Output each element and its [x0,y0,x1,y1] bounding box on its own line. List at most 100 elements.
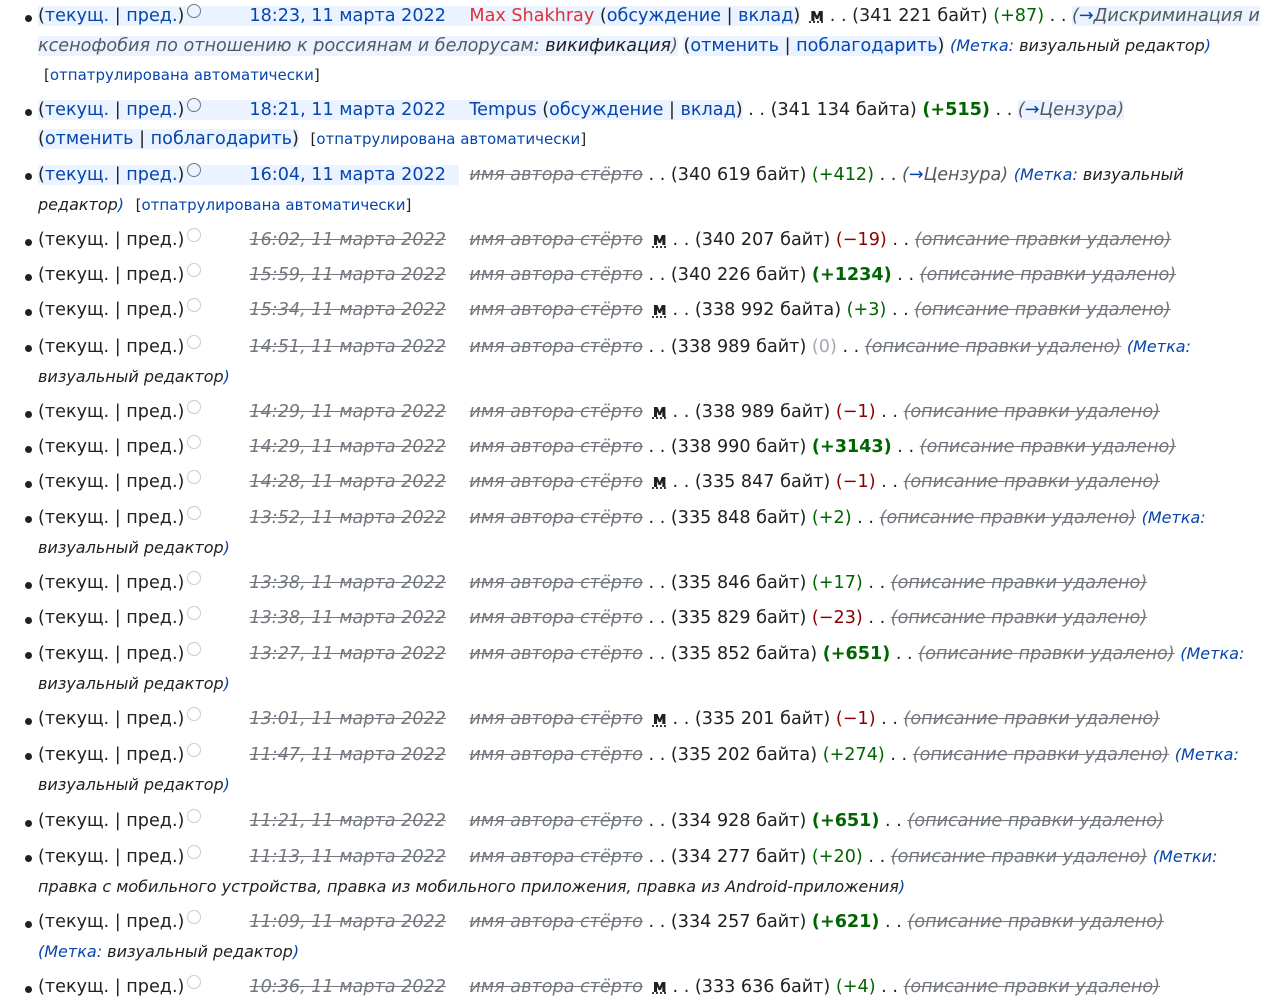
revision-timestamp[interactable]: 18:21, 11 марта 2022 [201,96,459,125]
cur-link: текущ. [44,644,110,665]
compare-radio[interactable] [187,808,202,823]
revision-timestamp: 13:01, 11 марта 2022 [249,709,446,730]
tags-link[interactable]: Метка: [956,36,1014,55]
prev-link: пред. [126,230,178,251]
compare-radio[interactable] [187,163,202,178]
revision-timestamp[interactable]: 16:04, 11 марта 2022 [201,161,459,190]
page-size: 338 992 байта [701,300,835,321]
thank-link[interactable]: поблагодарить [151,129,292,149]
section-arrow-link[interactable]: → [909,165,924,185]
tags-link[interactable]: Метка: [1148,508,1206,527]
edit-summary-hidden: (описание правки удалено) [903,976,1160,997]
compare-radio[interactable] [187,399,202,414]
revision-timestamp: 11:13, 11 марта 2022 [249,846,446,867]
tags-link[interactable]: Метка: [1187,644,1245,663]
compare-radio[interactable] [187,228,202,243]
page-size: 333 636 байт [701,976,824,997]
revision-timestamp: 16:02, 11 марта 2022 [249,230,446,251]
edit-summary-hidden: (описание правки удалено) [907,911,1164,932]
revision-timestamp: 13:38, 11 марта 2022 [249,608,446,629]
user-hidden: имя автора стёрто [469,471,643,492]
section-name: Цензура [923,165,1002,186]
compare-radio[interactable] [187,469,202,484]
prev-link: пред. [126,846,178,867]
prev-link[interactable]: пред. [126,6,177,26]
history-entry: (текущ. | пред.) 18:23, 11 марта 2022 Max … [0,2,1270,90]
revision-timestamp: 14:28, 11 марта 2022 [249,471,446,492]
edit-summary: (→Цензура) [901,165,1009,186]
compare-radio[interactable] [187,298,202,313]
minor-edit-flag: м [809,6,825,26]
compare-radio[interactable] [187,606,202,621]
edit-summary-hidden: (описание правки удалено) [907,810,1164,831]
cur-link[interactable]: текущ. [45,165,109,185]
section-arrow-link[interactable]: → [1025,100,1040,120]
edit-summary: (→Цензура) [1017,100,1125,121]
cur-link: текущ. [44,507,110,528]
compare-radio[interactable] [187,334,202,349]
user-hidden: имя автора стёрто [469,401,643,422]
tag-value: визуальный редактор [38,366,224,386]
section-arrow-link[interactable]: → [1079,6,1094,26]
page-size: 341 134 байта [777,100,910,121]
edit-summary-hidden: (описание правки удалено) [914,300,1171,321]
edit-summary-hidden: (описание правки удалено) [919,436,1177,457]
user-link[interactable]: Max Shakhray [469,6,594,26]
history-entry: (текущ. | пред.) 13:27, 11 марта 2022 имя … [0,639,1270,699]
edit-summary-hidden: (описание правки удалено) [919,265,1177,286]
cur-link: текущ. [44,336,110,357]
size-diff: (+1234) [811,265,892,286]
tags-link[interactable]: Метки: [1159,847,1217,866]
compare-radio[interactable] [187,974,202,989]
patrol-note: [отпатрулирована автоматически] [310,130,587,149]
user-link[interactable]: Tempus [469,100,536,120]
user-contribs-link[interactable]: вклад [681,100,736,120]
compare-radio[interactable] [187,505,202,520]
prev-link[interactable]: пред. [126,100,177,120]
user-hidden: имя автора стёрто [469,644,643,665]
prev-link: пред. [126,165,178,186]
revision-timestamp: 14:51, 11 марта 2022 [249,336,446,357]
compare-radio[interactable] [187,743,202,758]
user-talk-link[interactable]: обсуждение [607,6,721,26]
undo-link[interactable]: отменить [45,129,134,149]
compare-radio[interactable] [187,98,202,113]
compare-radio[interactable] [187,844,202,859]
prev-link: пред. [126,471,178,492]
undo-link[interactable]: отменить [690,36,779,56]
compare-radio[interactable] [187,571,202,586]
compare-radio[interactable] [187,4,202,18]
tags-link[interactable]: Метка: [1181,745,1239,764]
revision-timestamp: 11:21, 11 марта 2022 [249,810,446,831]
history-entry: (текущ. | пред.) 13:52, 11 марта 2022 имя … [0,503,1270,563]
compare-radio[interactable] [187,642,202,657]
cur-link[interactable]: текущ. [45,6,109,26]
prev-link: пред. [126,644,178,665]
compare-radio[interactable] [187,434,202,449]
page-size: 340 619 байт [677,165,800,186]
edit-summary-hidden: (описание правки удалено) [914,230,1172,251]
page-size: 334 277 байт [677,846,800,867]
compare-radio[interactable] [187,707,202,722]
history-entry: (текущ. | пред.) 14:29, 11 марта 2022 имя … [0,398,1270,427]
tags-link[interactable]: Метка: [1133,337,1191,356]
cur-link[interactable]: текущ. [45,100,109,120]
size-diff: (+3) [846,300,887,321]
tag-value: визуальный редактор [1019,36,1205,55]
compare-radio[interactable] [187,909,202,924]
edit-summary-hidden: (описание правки удалено) [890,573,1148,594]
prev-link: пред. [126,810,178,831]
tags-link[interactable]: Метка: [1020,165,1078,184]
prev-link: пред. [126,911,178,932]
edit-summary-hidden: (описание правки удалено) [903,401,1160,422]
thank-link[interactable]: поблагодарить [796,36,937,56]
edit-summary-hidden: (описание правки удалено) [912,745,1170,766]
user-contribs-link[interactable]: вклад [738,6,793,26]
tags-link[interactable]: Метка: [44,942,102,961]
user-talk-link[interactable]: обсуждение [549,100,663,120]
compare-radio[interactable] [187,263,202,278]
minor-edit-flag: м [652,300,667,321]
size-diff: (+651) [811,810,880,831]
page-size: 338 989 байт [701,401,824,422]
revision-timestamp[interactable]: 18:23, 11 марта 2022 [201,2,459,31]
